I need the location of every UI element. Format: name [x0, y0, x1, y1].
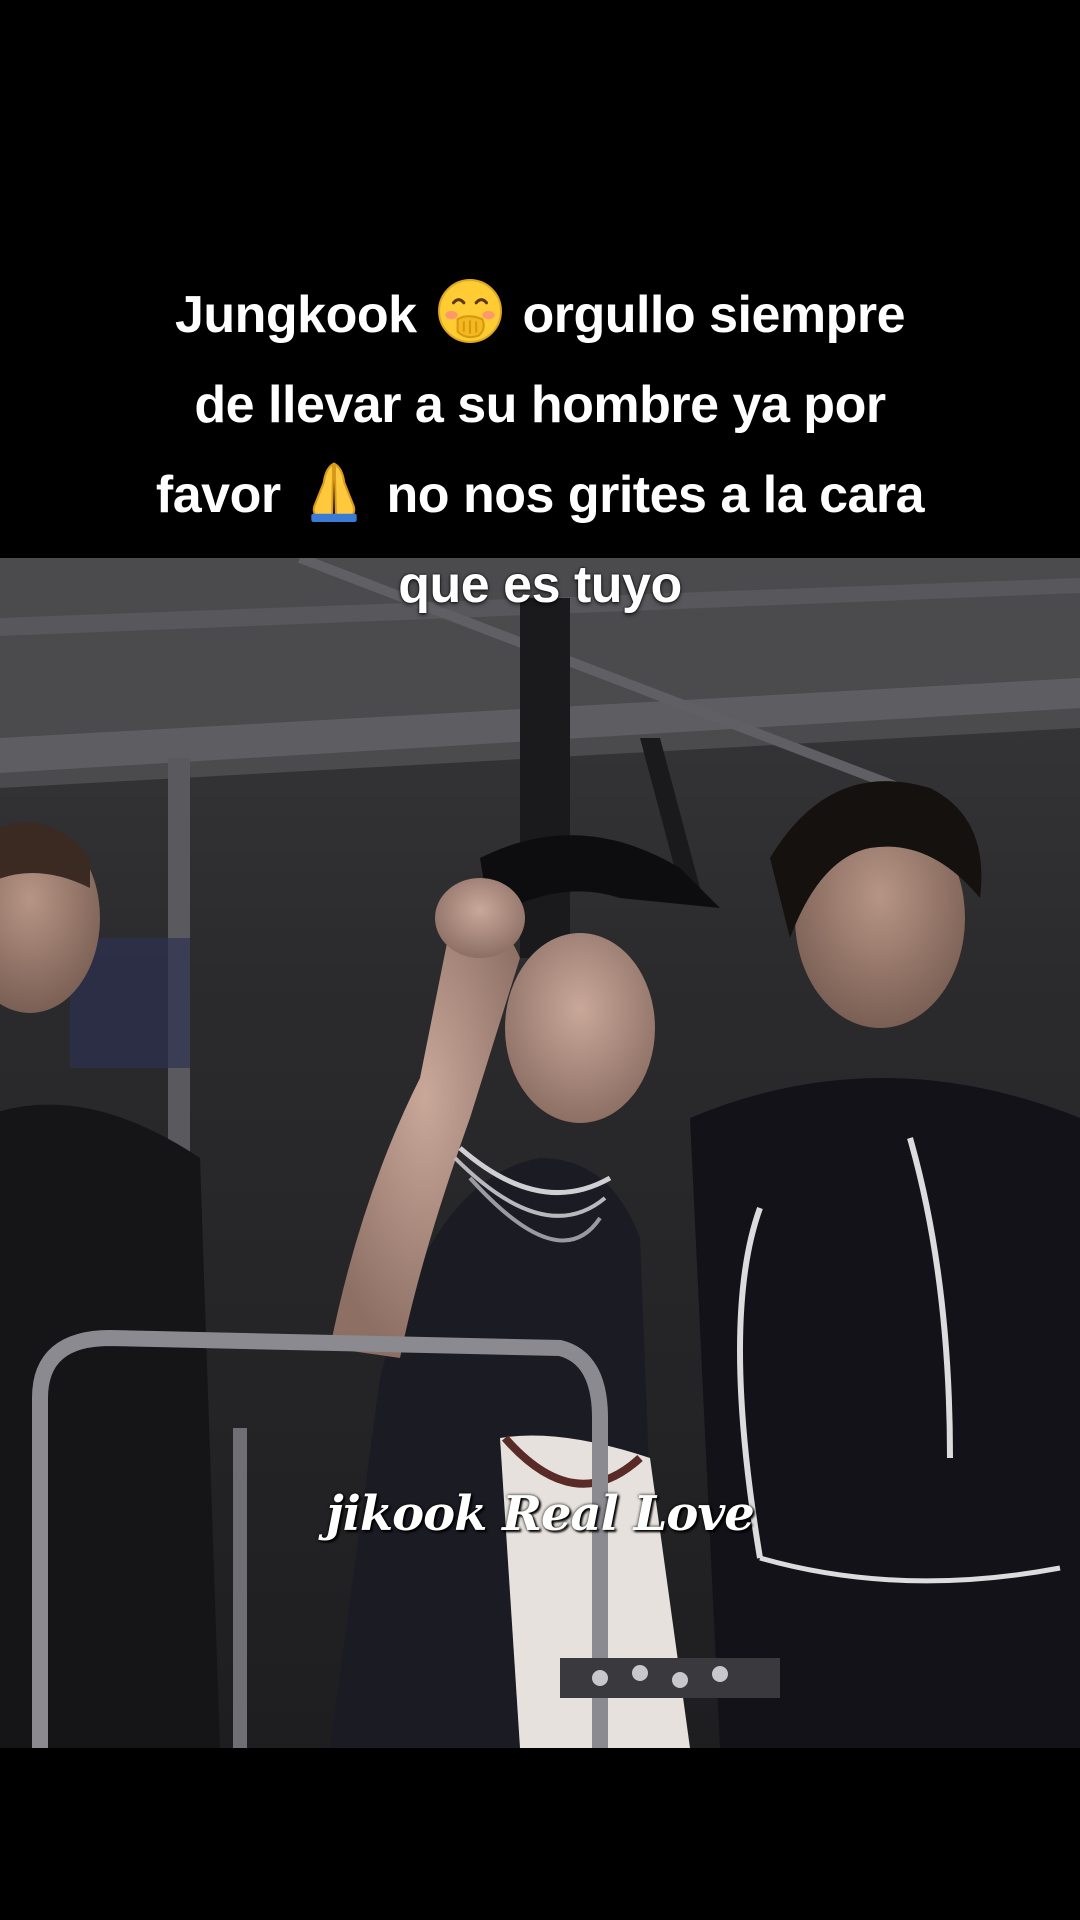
folded-hands-icon: [310, 462, 357, 522]
right-person-jacket: [690, 1078, 1080, 1748]
video-screen[interactable]: Jungkook orgullo siempre de llevar a su …: [0, 0, 1080, 1920]
middle-person-face: [505, 933, 655, 1123]
caption-text: Jungkook: [174, 286, 417, 344]
caption-text: orgullo siempre: [522, 286, 906, 344]
caption-text: favor: [155, 466, 281, 524]
caption-text: no nos grites a la cara: [386, 466, 925, 524]
video-frame[interactable]: [0, 558, 1080, 1748]
hanging-strap: [520, 598, 570, 958]
caption-line-4: que es tuyo: [398, 556, 682, 614]
caption-line-3: favor no nos grites a la cara: [60, 450, 1020, 540]
caption-line-2: de llevar a su hombre ya por: [194, 376, 886, 434]
bottom-letterbox: [0, 1748, 1080, 1920]
video-caption: Jungkook orgullo siempre de llevar a su …: [60, 270, 1020, 630]
video-still: [0, 558, 1080, 1748]
watermark-text: jikook Real Love: [326, 1486, 755, 1542]
caption-line-1: Jungkook orgullo siempre: [60, 270, 1020, 360]
face-with-hand-over-mouth-icon: [437, 279, 502, 343]
